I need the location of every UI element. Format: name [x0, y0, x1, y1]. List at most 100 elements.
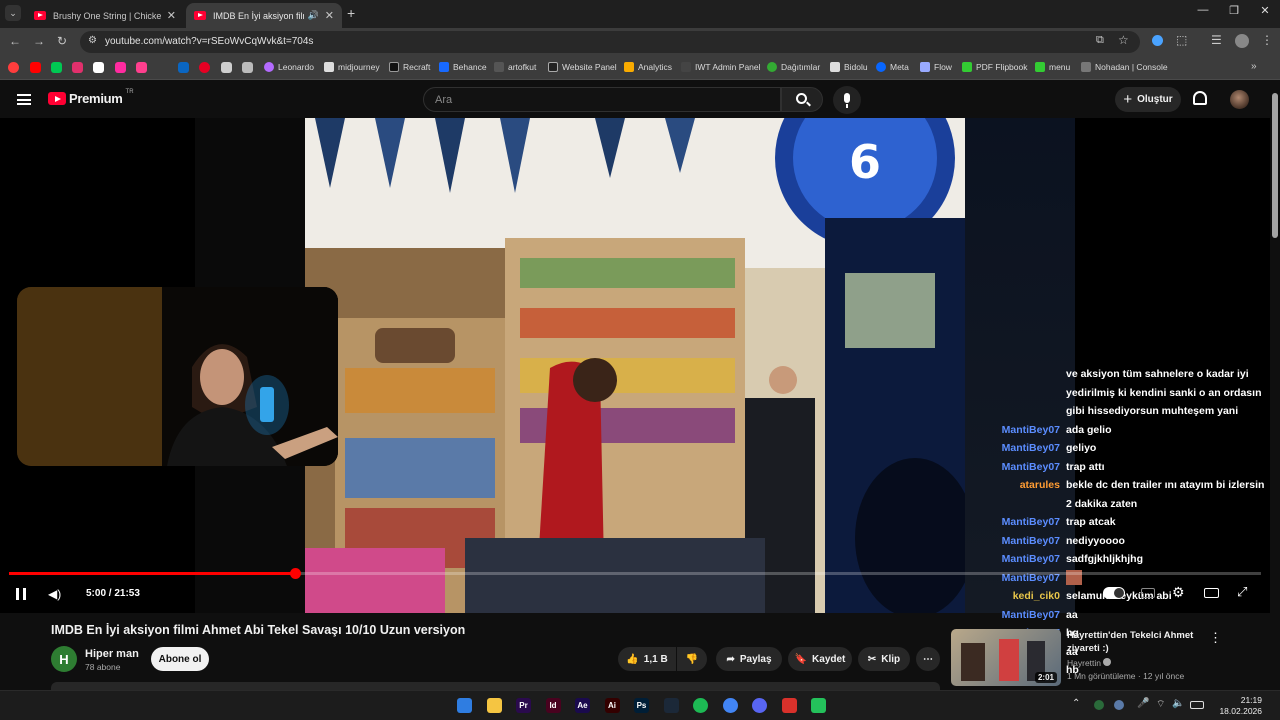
bookmark-meta[interactable]: Meta: [876, 62, 909, 72]
video-player[interactable]: 6 ve aksiyon tüm sahnelere o kadar iyi y: [0, 118, 1270, 676]
search-button[interactable]: [781, 87, 823, 112]
chat-username[interactable]: MantiBey07: [990, 458, 1060, 477]
recommended-channel[interactable]: Hayrettin: [1067, 658, 1112, 668]
bookmark-google-icon[interactable]: [8, 62, 19, 73]
address-bar[interactable]: ⚙ youtube.com/watch?v=rSEoWvCqWvk&t=704s…: [80, 31, 1140, 53]
close-window-icon[interactable]: ✕: [1250, 4, 1280, 17]
bookmark-iwt-admin[interactable]: IWT Admin Panel: [681, 62, 761, 72]
more-actions-button[interactable]: ⋯: [916, 647, 940, 671]
bookmark-y-icon[interactable]: [115, 62, 126, 73]
pause-icon[interactable]: [16, 588, 26, 600]
taskbar-photoshop-icon[interactable]: Ps: [634, 698, 649, 713]
taskbar-discord-icon[interactable]: [752, 698, 767, 713]
tray-steam-icon[interactable]: [1114, 700, 1124, 710]
taskbar-chrome-icon[interactable]: [722, 698, 738, 713]
save-button[interactable]: 🔖 Kaydet: [788, 647, 852, 671]
reading-list-icon[interactable]: ☰: [1211, 33, 1222, 47]
chat-username[interactable]: MantiBey07: [990, 439, 1060, 458]
restore-icon[interactable]: ❐: [1219, 4, 1249, 17]
bookmark-dagitimlar[interactable]: Dağıtımlar: [767, 62, 820, 72]
site-info-icon[interactable]: ⚙: [88, 35, 97, 46]
more-icon[interactable]: ⋮: [1261, 33, 1273, 47]
recommended-thumbnail[interactable]: 2:01: [951, 629, 1061, 686]
scrollbar-thumb[interactable]: [1272, 93, 1278, 238]
forward-icon[interactable]: →: [33, 34, 45, 48]
recommended-title[interactable]: Hayrettin'den Tekelci Ahmet ziyareti :): [1067, 629, 1197, 655]
account-avatar[interactable]: [1230, 90, 1249, 109]
speaker-tray-icon[interactable]: 🔈: [1172, 698, 1184, 709]
taskbar-spotify-icon[interactable]: [693, 698, 708, 713]
speaker-icon[interactable]: 🔊: [308, 10, 319, 21]
clip-button[interactable]: ✂ Klip: [858, 647, 910, 671]
bookmark-behance[interactable]: Behance: [439, 62, 487, 72]
bookmark-artofkut[interactable]: artofkut: [494, 62, 536, 72]
microphone-tray-icon[interactable]: 🎤: [1137, 698, 1149, 709]
chat-username[interactable]: MantiBey07: [990, 421, 1060, 440]
bookmark-youtube-icon[interactable]: [30, 62, 41, 73]
progress-bar[interactable]: [9, 568, 1261, 579]
channel-avatar[interactable]: H: [51, 646, 77, 672]
bookmark-pinterest-icon[interactable]: [199, 62, 210, 73]
search-input[interactable]: Ara: [423, 87, 781, 112]
chat-username[interactable]: MantiBey07: [990, 550, 1060, 569]
progress-scrubber[interactable]: [290, 568, 302, 579]
bookmark-instagram-icon[interactable]: [72, 62, 83, 73]
taskbar-steam-icon[interactable]: [663, 698, 679, 713]
subscribe-button[interactable]: Abone ol: [151, 647, 209, 671]
hamburger-icon[interactable]: [17, 94, 31, 105]
bookmark-hi-icon[interactable]: [136, 62, 147, 73]
chat-username[interactable]: [990, 365, 1060, 421]
chat-username[interactable]: MantiBey07: [990, 532, 1060, 551]
autoplay-toggle[interactable]: [1103, 587, 1125, 599]
bell-icon[interactable]: [1193, 91, 1207, 105]
channel-name[interactable]: Hiper man: [85, 648, 139, 660]
recommended-more-icon[interactable]: ⋮: [1209, 630, 1222, 646]
taskbar-premiere-icon[interactable]: Pr: [516, 698, 531, 713]
chat-username[interactable]: MantiBey07: [990, 606, 1060, 625]
bookmark-k-icon[interactable]: [51, 62, 62, 73]
youtube-logo[interactable]: Premium TR: [48, 89, 134, 106]
fullscreen-icon[interactable]: ⤢: [1237, 584, 1247, 600]
taskbar-indesign-icon[interactable]: Id: [545, 698, 561, 713]
browser-tab[interactable]: Brushy One String | Chicken in The ✕: [26, 3, 184, 28]
chat-username[interactable]: MantiBey07: [990, 513, 1060, 532]
bookmark-website-panel[interactable]: Website Panel: [548, 62, 617, 72]
bookmark-app-icon[interactable]: [221, 62, 232, 73]
bookmark-x-icon[interactable]: [93, 62, 104, 73]
bookmark-sparkle-icon[interactable]: [242, 62, 253, 73]
taskbar-file-explorer-icon[interactable]: [486, 698, 502, 713]
bookmark-pdf-flipbook[interactable]: PDF Flipbook: [962, 62, 1028, 72]
dislike-button[interactable]: 👎: [677, 647, 707, 671]
taskbar-illustrator-icon[interactable]: Ai: [604, 698, 620, 713]
bookmark-leonardo[interactable]: Leonardo: [264, 62, 314, 72]
close-icon[interactable]: ✕: [325, 9, 334, 22]
minimize-icon[interactable]: —: [1188, 4, 1218, 16]
wifi-icon[interactable]: ⌔: [1156, 698, 1165, 711]
microphone-button[interactable]: [833, 86, 861, 114]
close-icon[interactable]: ✕: [167, 9, 176, 22]
clock-time[interactable]: 21:19: [1222, 695, 1262, 705]
volume-icon[interactable]: ◀): [48, 587, 61, 601]
battery-icon[interactable]: [1190, 701, 1204, 709]
taskbar-app-green-icon[interactable]: [811, 698, 826, 713]
new-tab-button[interactable]: +: [347, 5, 355, 21]
page-scrollbar[interactable]: [1270, 81, 1280, 690]
settings-gear-icon[interactable]: ⚙: [1172, 584, 1185, 601]
bookmark-star-icon[interactable]: ☆: [1118, 33, 1129, 47]
extension-icon[interactable]: [1152, 35, 1163, 46]
clock-date[interactable]: 18.02.2026: [1206, 706, 1262, 716]
description-box[interactable]: [51, 682, 940, 690]
bookmark-midjourney[interactable]: midjourney: [324, 62, 380, 72]
install-icon[interactable]: ⧉: [1096, 34, 1104, 47]
bookmark-linkedin-icon[interactable]: [178, 62, 189, 73]
profile-avatar[interactable]: [1235, 34, 1249, 48]
tray-chevron-icon[interactable]: ⌃: [1072, 698, 1080, 709]
bookmark-bidolu[interactable]: Bidolu: [830, 62, 868, 72]
tray-app-icon[interactable]: [1094, 700, 1104, 710]
subtitles-icon[interactable]: [1141, 588, 1155, 598]
bookmark-flow[interactable]: Flow: [920, 62, 952, 72]
bookmarks-overflow-icon[interactable]: »: [1251, 61, 1257, 72]
chat-username[interactable]: kedi_cik0: [990, 587, 1060, 606]
create-button[interactable]: + Oluştur: [1115, 87, 1181, 112]
theater-mode-icon[interactable]: [1204, 588, 1219, 598]
